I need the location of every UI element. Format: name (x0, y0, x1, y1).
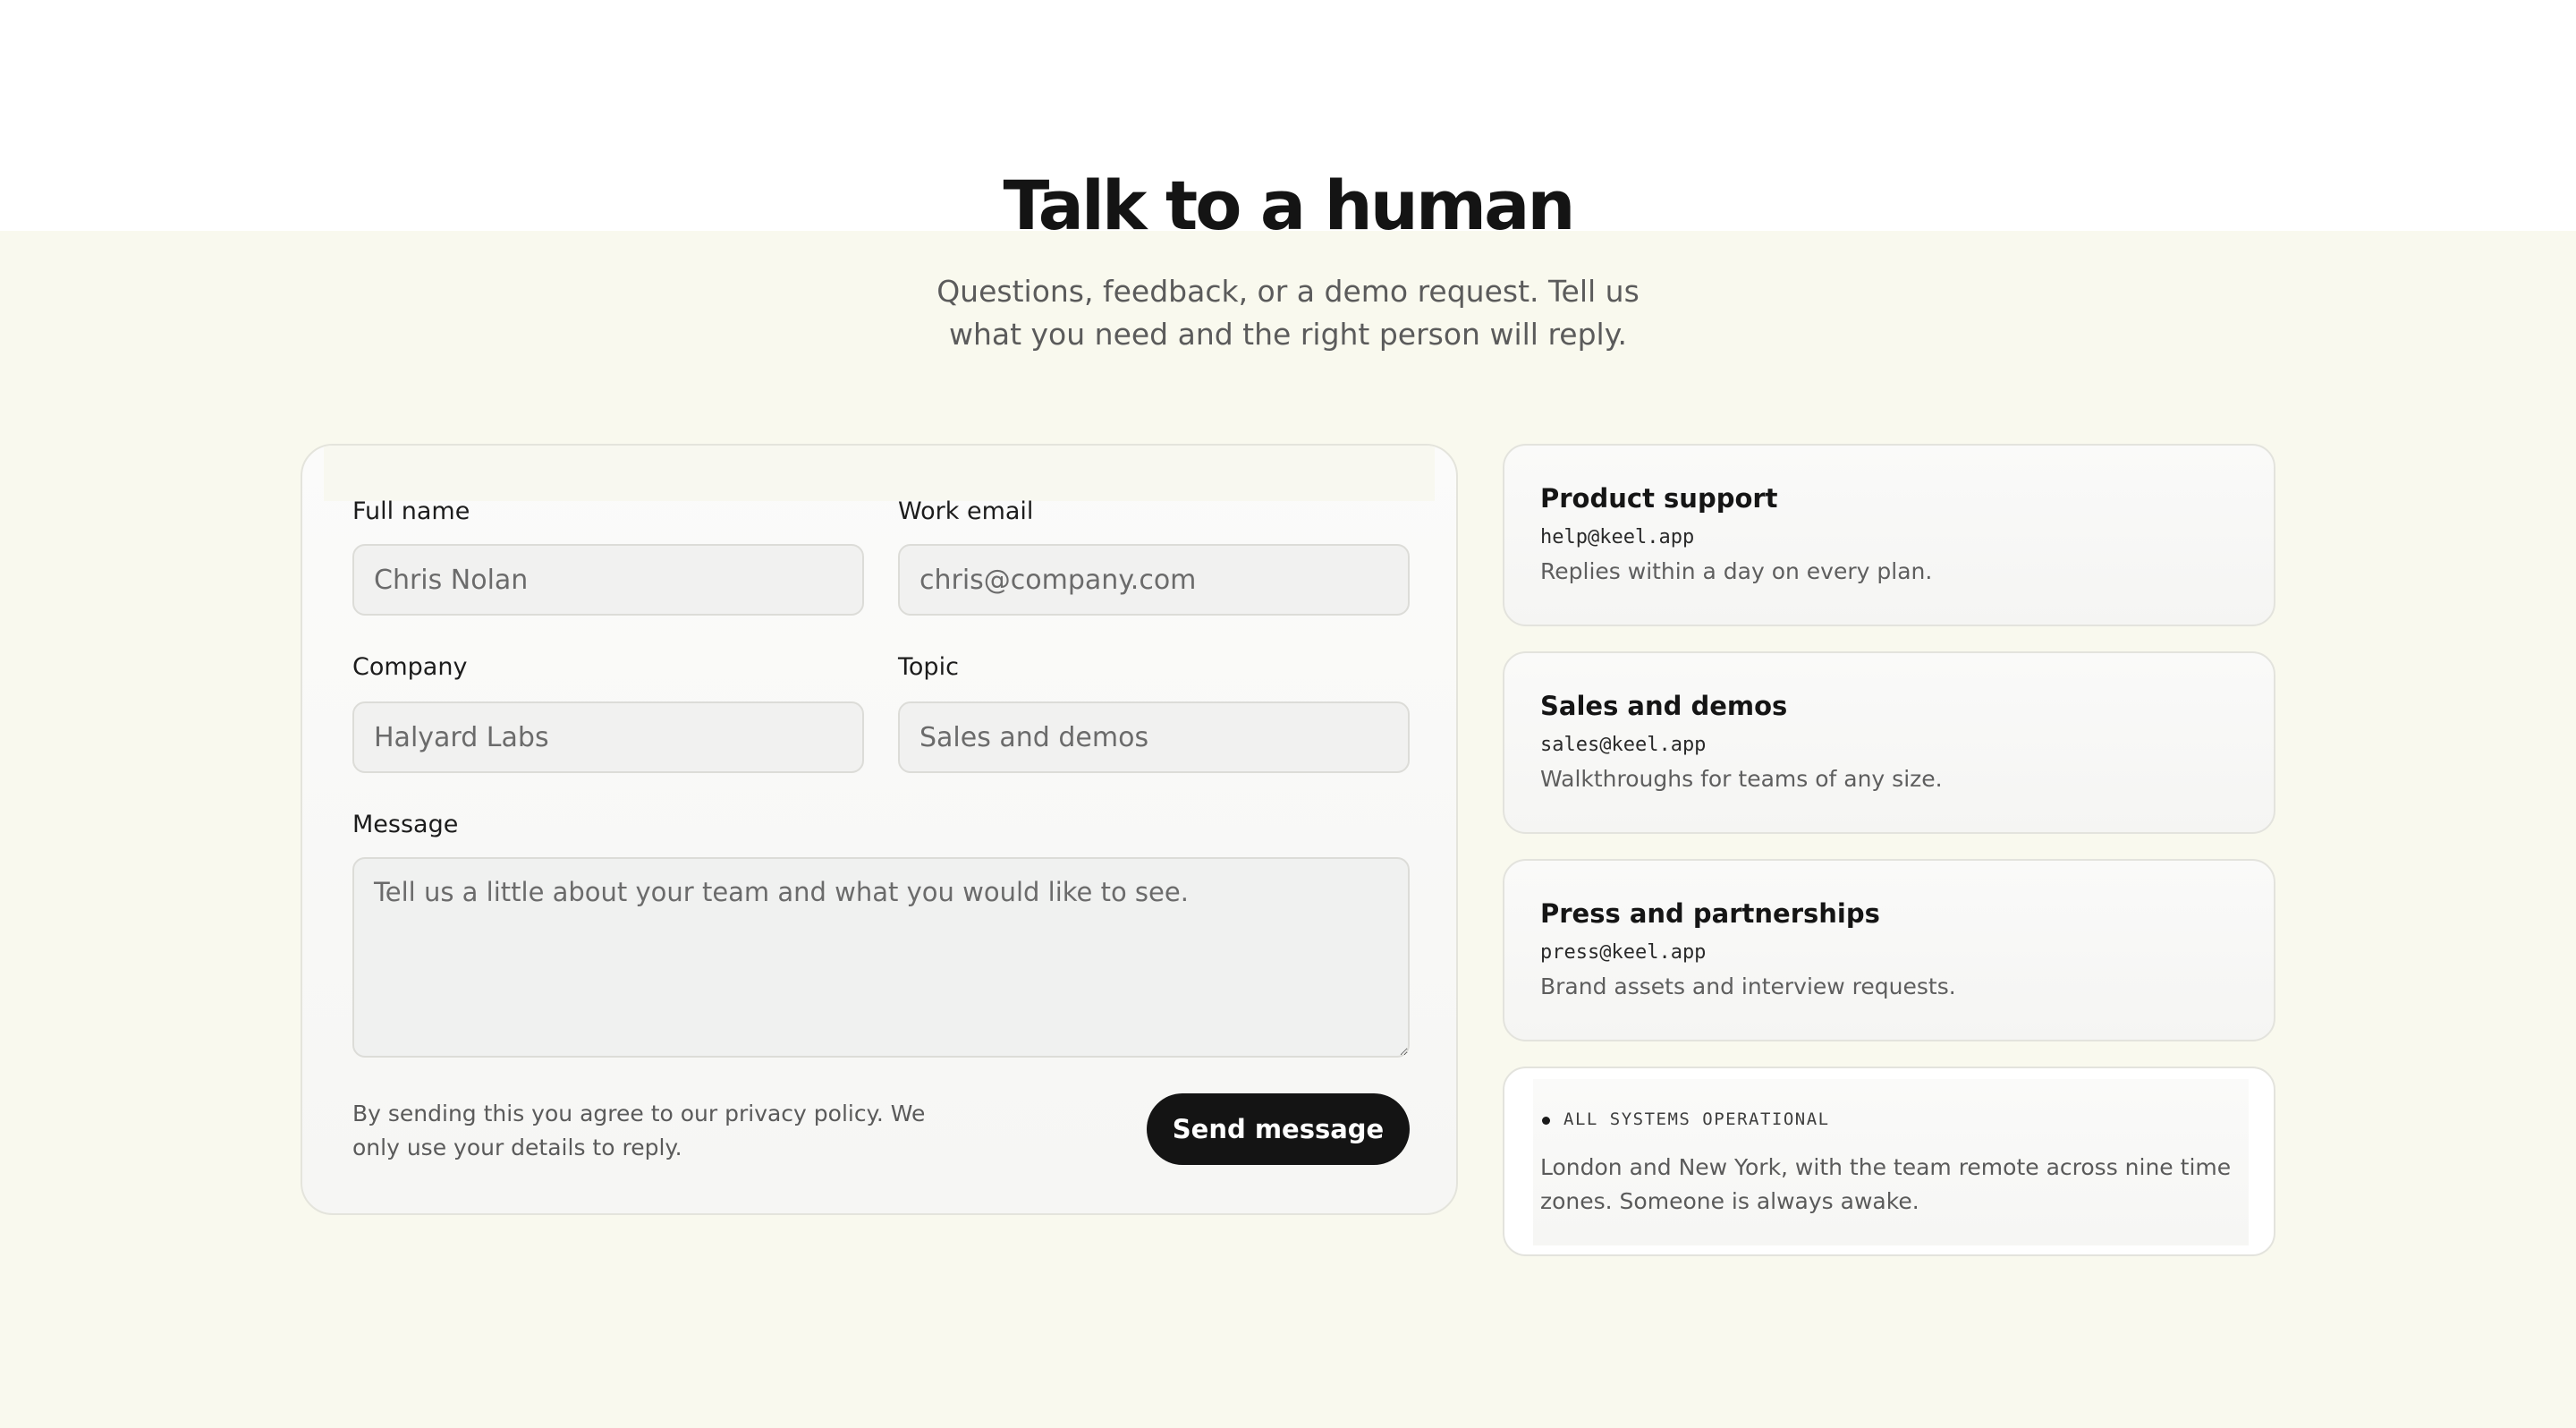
contact-card-title: Product support (1540, 483, 1778, 514)
contact-card-sales: Sales and demos sales@keel.app Walkthrou… (1503, 651, 2275, 834)
contact-card-email[interactable]: help@keel.app (1540, 524, 1694, 551)
message-label: Message (352, 811, 459, 838)
page-title: Talk to a human (1003, 166, 1576, 245)
company-label: Company (352, 653, 468, 681)
topic-label: Topic (898, 653, 959, 681)
form-top-strip (324, 446, 1435, 501)
send-message-button[interactable]: Send message (1147, 1093, 1410, 1165)
full-name-label: Full name (352, 497, 470, 525)
page-subtitle: Questions, feedback, or a demo request. … (936, 274, 1640, 352)
status-label: ALL SYSTEMS OPERATIONAL (1563, 1109, 1830, 1129)
topic-input[interactable] (898, 701, 1410, 773)
contact-card-email[interactable]: press@keel.app (1540, 939, 1706, 966)
contact-card-title: Press and partnerships (1540, 898, 1880, 929)
system-status-card: ALL SYSTEMS OPERATIONAL London and New Y… (1503, 1067, 2275, 1256)
contact-card-description: Walkthroughs for teams of any size. (1540, 766, 1943, 792)
contact-card-product-support: Product support help@keel.app Replies wi… (1503, 444, 2275, 626)
contact-form: Full name Work email Company Topic Messa… (301, 444, 1458, 1215)
full-name-input[interactable] (352, 544, 864, 616)
work-email-label: Work email (898, 497, 1034, 525)
status-description: London and New York, with the team remot… (1540, 1154, 2232, 1214)
contact-card-description: Replies within a day on every plan. (1540, 558, 1933, 584)
contact-card-email[interactable]: sales@keel.app (1540, 732, 1706, 759)
company-input[interactable] (352, 701, 864, 773)
status-dot-icon (1542, 1117, 1550, 1125)
privacy-notice: By sending this you agree to our privacy… (352, 1101, 926, 1160)
work-email-input[interactable] (898, 544, 1410, 616)
contact-card-description: Brand assets and interview requests. (1540, 973, 1956, 999)
message-textarea[interactable] (352, 857, 1410, 1058)
contact-card-title: Sales and demos (1540, 691, 1788, 721)
contact-card-press: Press and partnerships press@keel.app Br… (1503, 859, 2275, 1041)
